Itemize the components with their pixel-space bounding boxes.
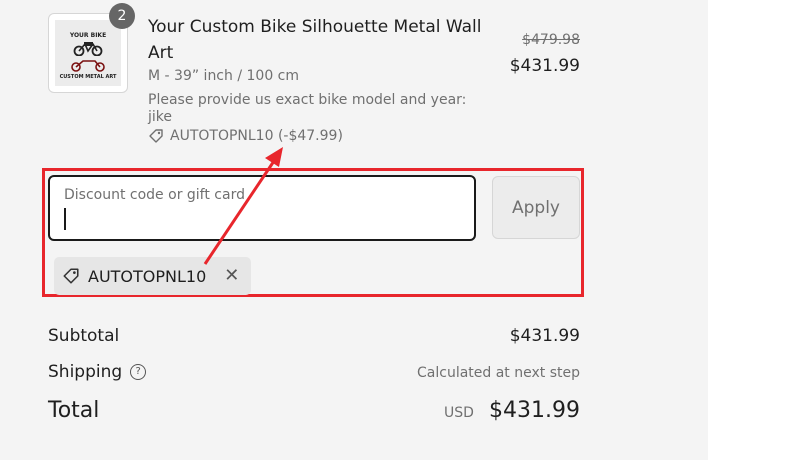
thumb-bottom-text: CUSTOM METAL ART <box>59 74 117 80</box>
quantity-badge: 2 <box>109 3 135 29</box>
discounted-price: $431.99 <box>509 56 580 76</box>
text-caret <box>64 208 66 230</box>
currency-code: USD <box>444 405 474 421</box>
shipping-label-group: Shipping ? <box>48 362 147 382</box>
product-discount-text: AUTOTOPNL10 (-$47.99) <box>170 128 343 144</box>
subtotal-value: $431.99 <box>509 326 580 346</box>
product-variant: M - 39” inch / 100 cm <box>148 68 300 84</box>
thumb-top-text: YOUR BIKE <box>69 32 107 39</box>
total-value-group: USD $431.99 <box>444 398 580 423</box>
tag-icon <box>63 268 79 284</box>
bike-silhouette-icon <box>71 60 105 72</box>
product-title: Your Custom Bike Silhouette Metal Wall A… <box>148 17 482 63</box>
shipping-label: Shipping <box>48 362 123 382</box>
discount-code-input[interactable]: Discount code or gift card <box>48 175 476 241</box>
tag-icon <box>149 129 163 143</box>
applied-code-chip: AUTOTOPNL10 ✕ <box>54 257 252 295</box>
product-note: Please provide us exact bike model and y… <box>148 92 467 125</box>
subtotal-label: Subtotal <box>48 326 120 346</box>
total-value: $431.99 <box>489 398 580 423</box>
help-icon[interactable]: ? <box>130 364 147 380</box>
shipping-value: Calculated at next step <box>417 365 580 381</box>
subtotal-row: Subtotal $431.99 <box>48 326 580 346</box>
product-discount: AUTOTOPNL10 (-$47.99) <box>148 128 343 144</box>
total-label: Total <box>48 398 100 423</box>
total-row: Total USD $431.99 <box>48 398 580 423</box>
bike-photo-icon <box>73 42 103 56</box>
apply-button[interactable]: Apply <box>492 176 580 239</box>
remove-code-icon[interactable]: ✕ <box>224 267 239 285</box>
discount-input-label: Discount code or gift card <box>64 187 245 203</box>
original-price: $479.98 <box>522 32 580 48</box>
product-image: YOUR BIKE CUSTOM METAL ART <box>55 20 121 86</box>
applied-code-label: AUTOTOPNL10 <box>88 266 207 286</box>
shipping-row: Shipping ? Calculated at next step <box>48 362 580 382</box>
